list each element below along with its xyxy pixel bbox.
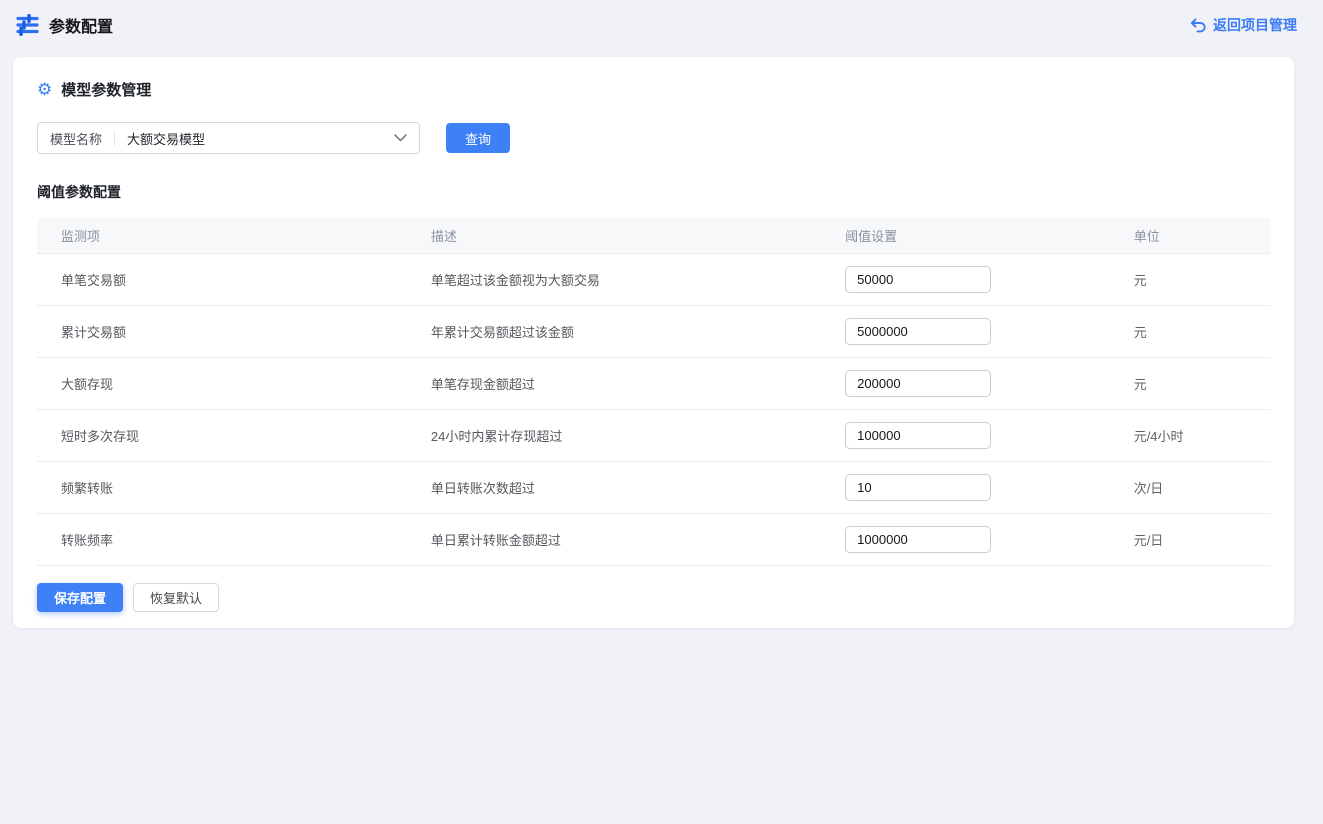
table-row: 短时多次存现 24小时内累计存现超过 元/4小时 [37, 410, 1270, 462]
model-name-label: 模型名称 [38, 129, 114, 148]
undo-arrow-icon [1190, 18, 1206, 33]
save-config-button[interactable]: 保存配置 [37, 583, 123, 612]
table-row: 转账频率 单日累计转账金额超过 元/日 [37, 514, 1270, 566]
monitor-item-cell: 短时多次存现 [37, 426, 407, 445]
table-body: 单笔交易额 单笔超过该金额视为大额交易 元 累计交易额 年累计交易额超过该金额 … [37, 254, 1270, 566]
threshold-cell [821, 370, 1110, 397]
table-row: 频繁转账 单日转账次数超过 次/日 [37, 462, 1270, 514]
table-row: 大额存现 单笔存现金额超过 元 [37, 358, 1270, 410]
topbar: 参数配置 返回项目管理 [0, 0, 1323, 50]
unit-cell: 元/4小时 [1110, 426, 1270, 445]
monitor-item-cell: 频繁转账 [37, 478, 407, 497]
threshold-input[interactable] [845, 318, 991, 345]
model-name-select[interactable]: 模型名称 大额交易模型 [37, 122, 420, 154]
threshold-cell [821, 474, 1110, 501]
topbar-title-group: 参数配置 [16, 13, 113, 37]
query-button[interactable]: 查询 [446, 123, 510, 153]
unit-cell: 元 [1110, 374, 1270, 393]
col-header-monitor-item: 监测项 [37, 226, 407, 245]
col-header-description: 描述 [407, 226, 821, 245]
model-name-value: 大额交易模型 [115, 129, 394, 148]
unit-cell: 次/日 [1110, 478, 1270, 497]
monitor-item-cell: 单笔交易额 [37, 270, 407, 289]
description-cell: 单笔存现金额超过 [407, 374, 821, 393]
col-header-unit: 单位 [1110, 226, 1270, 245]
chevron-down-icon [394, 134, 407, 142]
query-row: 模型名称 大额交易模型 查询 [37, 122, 1270, 154]
threshold-input[interactable] [845, 474, 991, 501]
footer-actions: 保存配置 恢复默认 [37, 583, 1270, 612]
description-cell: 单笔超过该金额视为大额交易 [407, 270, 821, 289]
unit-cell: 元 [1110, 270, 1270, 289]
restore-default-button[interactable]: 恢复默认 [133, 583, 219, 612]
gear-icon: ⚙ [37, 81, 52, 98]
page-title: 参数配置 [49, 13, 113, 37]
threshold-section-title: 阈值参数配置 [37, 182, 1270, 202]
table-row: 单笔交易额 单笔超过该金额视为大额交易 元 [37, 254, 1270, 306]
description-cell: 年累计交易额超过该金额 [407, 322, 821, 341]
model-parameter-card: ⚙ 模型参数管理 模型名称 大额交易模型 查询 阈值参数配置 监测项 描述 阈值… [13, 57, 1294, 628]
description-cell: 单日转账次数超过 [407, 478, 821, 497]
col-header-threshold: 阈值设置 [821, 226, 1110, 245]
monitor-item-cell: 转账频率 [37, 530, 407, 549]
monitor-item-cell: 大额存现 [37, 374, 407, 393]
card-title: 模型参数管理 [61, 79, 151, 100]
description-cell: 单日累计转账金额超过 [407, 530, 821, 549]
sliders-icon [16, 14, 39, 36]
threshold-input[interactable] [845, 422, 991, 449]
unit-cell: 元/日 [1110, 530, 1270, 549]
threshold-input[interactable] [845, 370, 991, 397]
monitor-item-cell: 累计交易额 [37, 322, 407, 341]
card-header: ⚙ 模型参数管理 [37, 79, 1270, 100]
threshold-cell [821, 266, 1110, 293]
unit-cell: 元 [1110, 322, 1270, 341]
threshold-input[interactable] [845, 266, 991, 293]
table-header-row: 监测项 描述 阈值设置 单位 [37, 218, 1270, 254]
back-to-projects-link[interactable]: 返回项目管理 [1190, 15, 1297, 35]
threshold-input[interactable] [845, 526, 991, 553]
threshold-cell [821, 526, 1110, 553]
back-link-label: 返回项目管理 [1213, 15, 1297, 35]
threshold-cell [821, 422, 1110, 449]
table-row: 累计交易额 年累计交易额超过该金额 元 [37, 306, 1270, 358]
threshold-cell [821, 318, 1110, 345]
description-cell: 24小时内累计存现超过 [407, 426, 821, 445]
threshold-table: 监测项 描述 阈值设置 单位 单笔交易额 单笔超过该金额视为大额交易 元 累计交… [37, 218, 1270, 566]
